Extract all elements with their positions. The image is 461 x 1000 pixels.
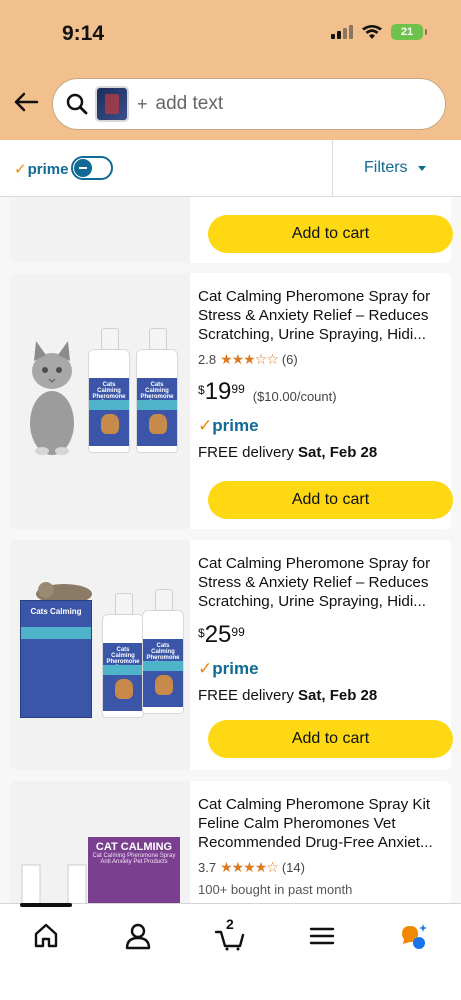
prime-toggle[interactable] bbox=[71, 156, 113, 180]
account-icon bbox=[125, 923, 151, 950]
product-image[interactable]: Cats Calming Cats Calming Pheromone Spra… bbox=[10, 540, 190, 770]
price: $ 25 99 bbox=[198, 621, 245, 648]
rating-row[interactable]: 2.8 ★★★☆☆ (6) bbox=[198, 351, 448, 368]
search-image-thumbnail[interactable] bbox=[95, 86, 129, 122]
product-details: Cat Calming Pheromone Spray for Stress &… bbox=[198, 554, 448, 704]
product-box-image: CAT CALMING Cat Calming Pheromone Spray … bbox=[88, 837, 180, 903]
status-icons: 21 bbox=[331, 24, 427, 40]
filters-button[interactable]: Filters bbox=[364, 159, 426, 177]
unit-price: ($10.00/count) bbox=[252, 389, 337, 404]
star-rating-icon: ★★★★☆ bbox=[220, 859, 279, 875]
delivery-info: FREE delivery Sat, Feb 28 bbox=[198, 687, 378, 704]
search-icon[interactable] bbox=[65, 92, 89, 116]
product-card[interactable]: Cats Calming Cats Calming Pheromone Spra… bbox=[10, 540, 453, 770]
add-to-cart-button[interactable]: Add to cart bbox=[208, 720, 453, 758]
review-count: (6) bbox=[281, 352, 298, 367]
prime-logo: ✓prime bbox=[14, 161, 69, 178]
star-rating-icon: ★★★☆☆ bbox=[220, 351, 279, 367]
product-card[interactable]: CAT CALMING Cat Calming Pheromone Spray … bbox=[10, 781, 451, 903]
scroll-indicator bbox=[20, 903, 72, 907]
tab-cart[interactable]: 2 bbox=[214, 916, 246, 952]
product-title[interactable]: Cat Calming Pheromone Spray Kit Feline C… bbox=[198, 795, 448, 852]
cellular-signal-icon bbox=[331, 25, 353, 39]
rating-value: 3.7 bbox=[198, 860, 217, 875]
review-count: (14) bbox=[281, 860, 305, 875]
product-image[interactable]: CAT CALMING Cat Calming Pheromone Spray … bbox=[10, 781, 190, 903]
ai-assistant-icon bbox=[402, 924, 427, 949]
divider bbox=[332, 140, 333, 197]
prime-badge: ✓prime bbox=[198, 659, 259, 678]
home-icon bbox=[34, 923, 58, 948]
price: $ 19 99 ($10.00/count) bbox=[198, 378, 337, 405]
tab-rufus[interactable] bbox=[398, 920, 430, 952]
product-card[interactable]: Add to cart bbox=[10, 197, 453, 263]
rating-row[interactable]: 3.7 ★★★★☆ (14) bbox=[198, 859, 448, 876]
product-title[interactable]: Cat Calming Pheromone Spray for Stress &… bbox=[198, 287, 448, 344]
top-header: 9:14 21 + add text bbox=[0, 0, 461, 140]
product-image[interactable] bbox=[10, 197, 190, 263]
add-to-cart-button[interactable]: Add to cart bbox=[208, 215, 453, 253]
filter-bar: ✓prime Filters bbox=[0, 140, 461, 197]
product-details: Cat Calming Pheromone Spray for Stress &… bbox=[198, 287, 448, 461]
tab-account[interactable] bbox=[122, 920, 154, 952]
rating-value: 2.8 bbox=[198, 352, 217, 367]
cart-count-badge: 2 bbox=[226, 916, 234, 932]
spray-bottle-image: Cats Calming Pheromone Spray bbox=[88, 328, 130, 453]
product-title[interactable]: Cat Calming Pheromone Spray for Stress &… bbox=[198, 554, 448, 611]
toggle-knob bbox=[74, 159, 92, 177]
tab-home[interactable] bbox=[30, 920, 62, 952]
status-time: 9:14 bbox=[62, 22, 105, 45]
menu-icon bbox=[309, 927, 335, 945]
delivery-info: FREE delivery Sat, Feb 28 bbox=[198, 444, 378, 461]
spray-bottle-image: Cats Calming Pheromone Spray bbox=[102, 593, 144, 718]
bottom-tab-bar: 2 bbox=[0, 903, 461, 1000]
wifi-icon bbox=[362, 24, 382, 39]
product-image[interactable]: Cats Calming Pheromone Spray Cats Calmin… bbox=[10, 273, 190, 529]
kitten-image bbox=[30, 341, 74, 455]
search-results[interactable]: Add to cart Cats Calming Pheromone Spray bbox=[0, 197, 461, 903]
chevron-down-icon bbox=[417, 165, 426, 171]
spray-bottle-image: Cats Calming Pheromone Spray bbox=[142, 589, 184, 714]
bought-count: 100+ bought in past month bbox=[198, 882, 353, 897]
tab-menu[interactable] bbox=[306, 920, 338, 952]
prime-check-icon: ✓ bbox=[14, 161, 27, 178]
search-input[interactable]: add text bbox=[156, 93, 224, 115]
back-arrow-icon[interactable] bbox=[12, 88, 40, 116]
add-to-cart-button[interactable]: Add to cart bbox=[208, 481, 453, 519]
product-details: Cat Calming Pheromone Spray Kit Feline C… bbox=[198, 795, 448, 897]
spray-bottle-image bbox=[21, 864, 87, 903]
filters-label: Filters bbox=[364, 159, 408, 176]
product-card[interactable]: Cats Calming Pheromone Spray Cats Calmin… bbox=[10, 273, 453, 529]
plus-icon: + bbox=[137, 93, 148, 114]
battery-icon: 21 bbox=[391, 24, 427, 40]
product-box-image: Cats Calming bbox=[20, 600, 92, 718]
spray-bottle-image: Cats Calming Pheromone Spray bbox=[136, 328, 178, 453]
prime-badge: ✓prime bbox=[198, 416, 259, 435]
search-bar[interactable]: + add text bbox=[52, 78, 446, 130]
